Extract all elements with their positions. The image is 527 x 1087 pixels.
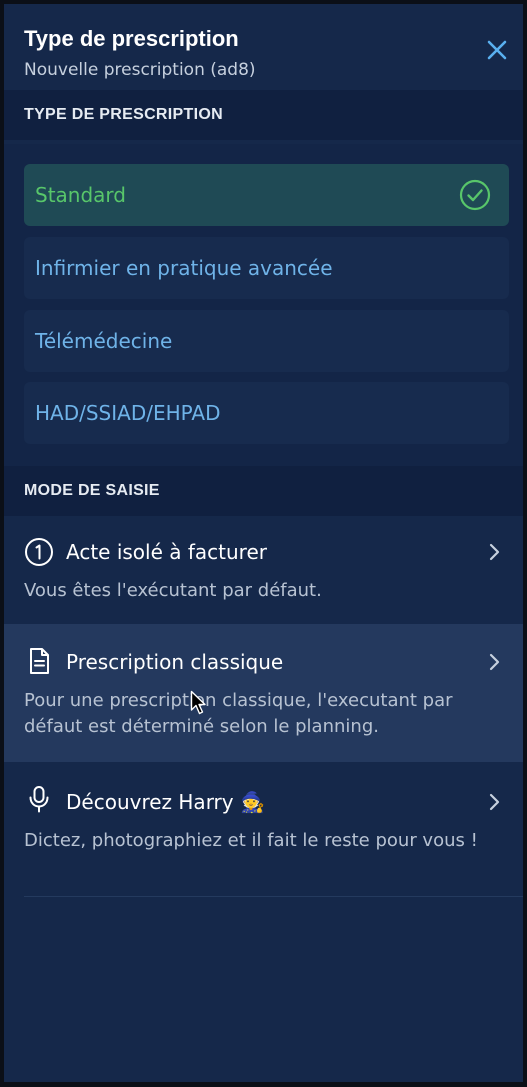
mode-acte-isole[interactable]: Acte isolé à facturer Vous êtes l'exécut… <box>4 516 523 624</box>
type-options-list: Standard Infirmier en pratique avancée T… <box>4 144 523 466</box>
option-label: HAD/SSIAD/EHPAD <box>35 401 221 425</box>
option-had-ssiad-ehpad[interactable]: HAD/SSIAD/EHPAD <box>24 382 509 444</box>
section-heading-type: TYPE DE PRESCRIPTION <box>4 90 523 140</box>
mode-description: Pour une prescription classique, l'execu… <box>24 690 453 737</box>
list-divider <box>24 896 523 897</box>
chevron-right-icon <box>489 793 500 811</box>
mode-title: Découvrez Harry 🧙 <box>66 790 265 814</box>
mode-prescription-classique[interactable]: Prescription classique Pour une prescrip… <box>4 624 523 762</box>
microphone-icon <box>29 786 49 813</box>
section-heading-mode: MODE DE SAISIE <box>4 466 523 516</box>
close-icon[interactable] <box>481 34 513 66</box>
option-label: Télémédecine <box>35 329 173 353</box>
document-icon <box>30 648 49 674</box>
option-telemedecine[interactable]: Télémédecine <box>24 310 509 372</box>
panel-subtitle: Nouvelle prescription (ad8) <box>24 60 256 80</box>
check-circle-icon <box>459 179 491 211</box>
chevron-right-icon <box>489 543 500 561</box>
option-standard[interactable]: Standard <box>24 164 509 226</box>
mode-decouvrez-harry[interactable]: Découvrez Harry 🧙 Dictez, photographiez … <box>4 762 523 896</box>
mode-description: Vous êtes l'exécutant par défaut. <box>24 580 322 601</box>
prescription-type-panel: Type de prescription Nouvelle prescripti… <box>4 4 523 1082</box>
option-infirmier-pratique-avancee[interactable]: Infirmier en pratique avancée <box>24 237 509 299</box>
mouse-cursor-icon <box>190 690 206 715</box>
close-button[interactable] <box>481 34 513 66</box>
chevron-right-icon <box>489 653 500 671</box>
panel-title: Type de prescription <box>24 26 239 51</box>
mode-title: Acte isolé à facturer <box>66 540 267 564</box>
mode-title: Prescription classique <box>66 650 284 674</box>
option-label: Standard <box>35 183 126 207</box>
panel-header: Type de prescription Nouvelle prescripti… <box>4 4 523 90</box>
number-one-circle-icon <box>25 538 53 566</box>
mode-description: Dictez, photographiez et il fait le rest… <box>24 830 478 851</box>
option-label: Infirmier en pratique avancée <box>35 256 333 280</box>
